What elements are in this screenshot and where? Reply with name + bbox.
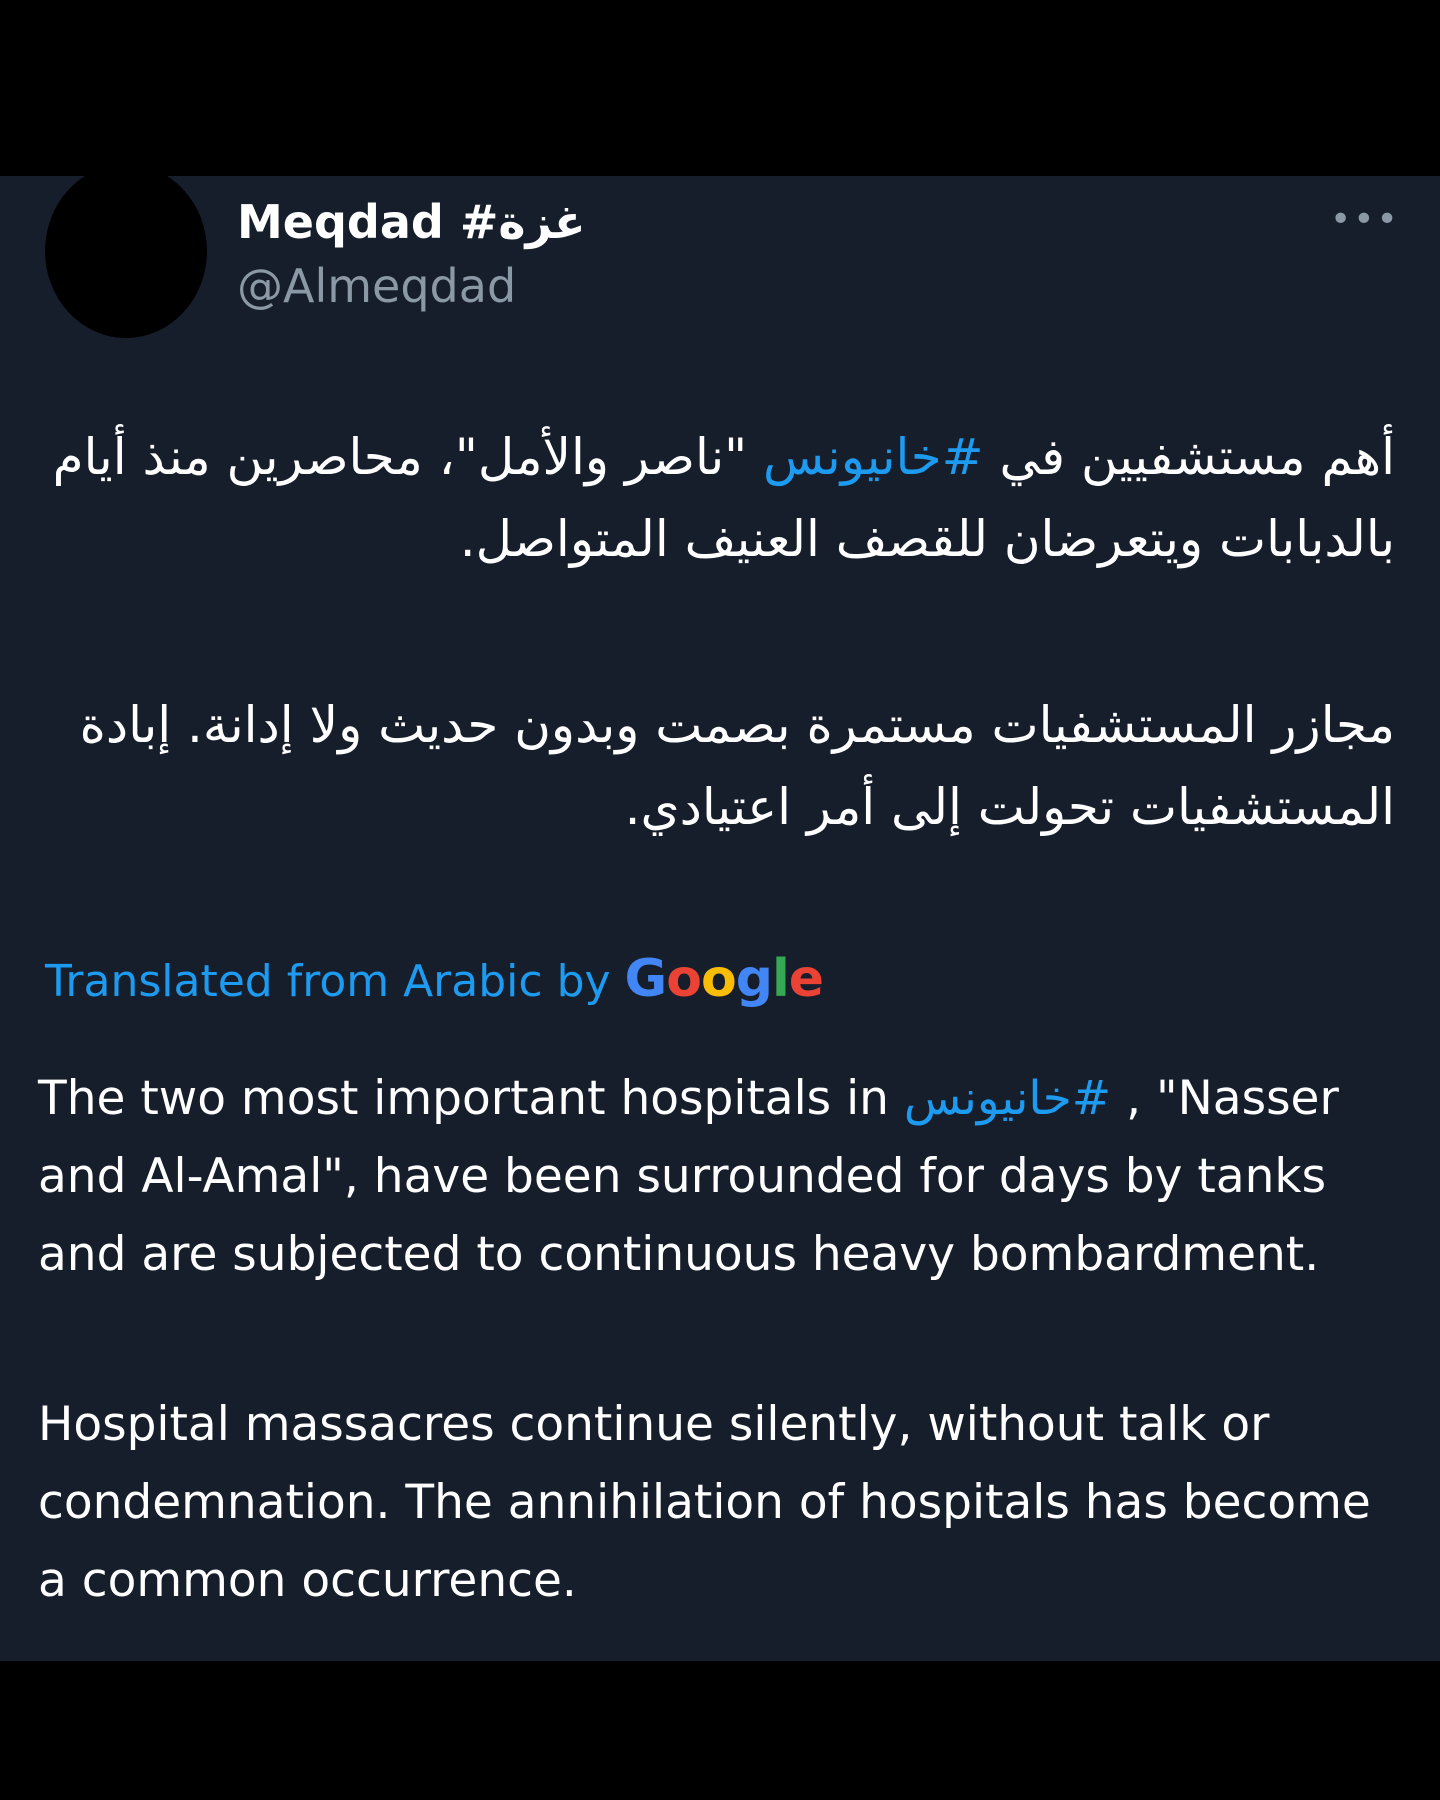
arabic-text-segment: أهم مستشفيين في [983,428,1395,486]
tweet-text-arabic-paragraph-2: مجازر المستشفيات مستمرة بصمت وبدون حديث … [79,696,1395,836]
translated-text-paragraph-2: Hospital massacres continue silently, wi… [38,1397,1371,1608]
avatar[interactable] [45,176,207,338]
google-logo: Google [624,949,825,1009]
display-name-text: Meqdad #غزة [237,195,586,249]
google-logo-letter: e [788,949,824,1009]
google-logo-letter: o [666,949,702,1009]
google-logo-letter: o [700,949,737,1009]
google-logo-letter: l [771,949,790,1009]
user-handle[interactable]: @Almeqdad [237,256,516,316]
more-horizontal-icon: ••• [1330,199,1400,240]
tweet-card: Meqdad #غزة @Almeqdad ••• أهم مستشفيين ف… [0,176,1440,1661]
tweet-text-arabic-paragraph-1: أهم مستشفيين في #خانيونس "ناصر والأمل"، … [50,416,1395,580]
translation-attribution[interactable]: Translated from Arabic by Google [45,946,825,1015]
translated-text-segment: The two most important hospitals in [38,1071,904,1126]
translated-text-paragraph-1: The two most important hospitals in #خان… [38,1060,1408,1294]
display-name[interactable]: Meqdad #غزة [237,192,586,252]
google-logo-letter: g [735,949,773,1009]
more-options-button[interactable]: ••• [1330,202,1398,238]
hashtag-link[interactable]: #خانيونس [763,428,984,486]
hashtag-link[interactable]: #خانيونس [904,1071,1111,1126]
translated-label: Translated from Arabic by [45,956,611,1007]
google-logo-letter: G [624,949,668,1009]
